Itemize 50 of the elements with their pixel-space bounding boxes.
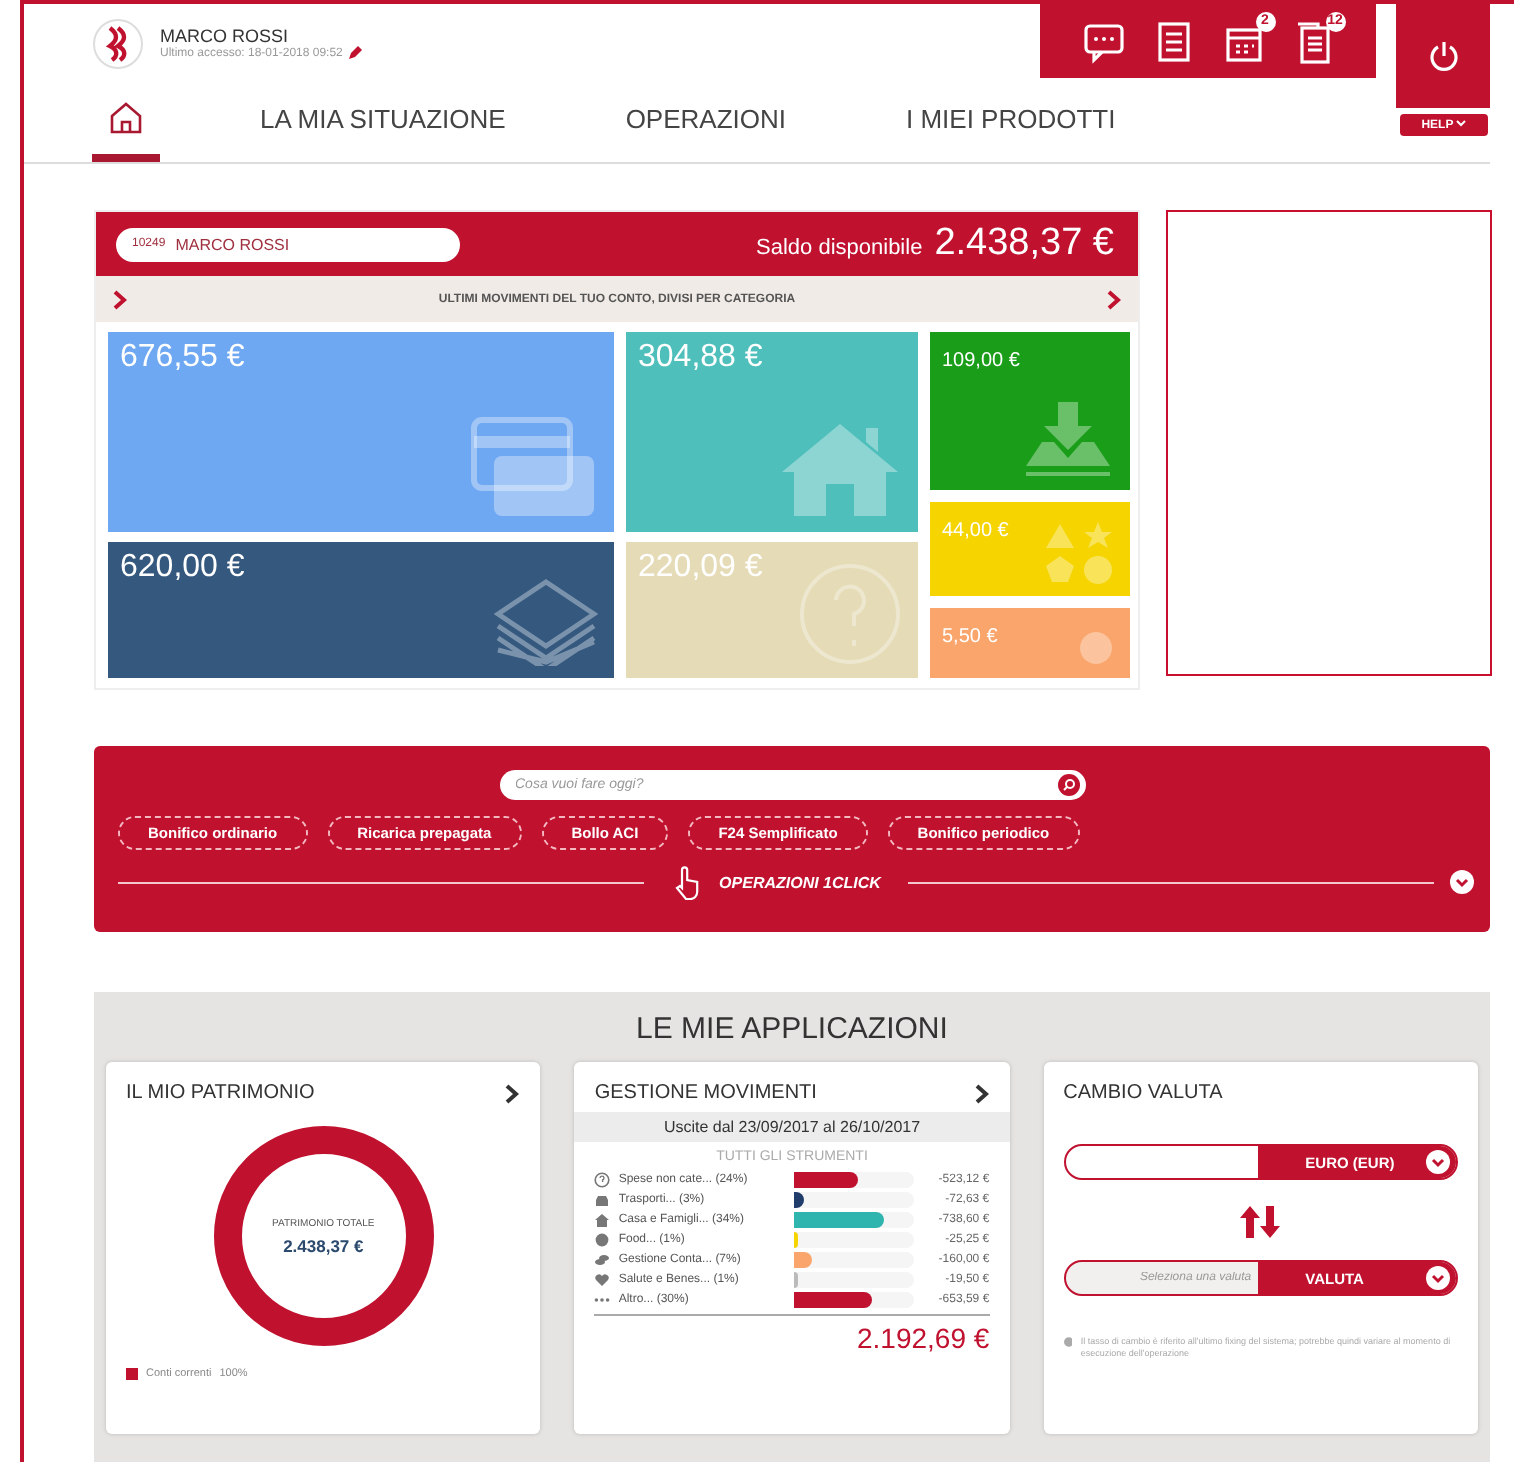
tile-amount: 109,00 €	[942, 350, 1020, 372]
chevron-right-icon[interactable]	[504, 1083, 521, 1103]
section-title: LE MIE APPLICAZIONI	[634, 1012, 950, 1046]
tile-amount: 676,55 €	[120, 340, 245, 374]
power-icon	[1427, 40, 1459, 72]
user-name: MARCO ROSSI	[160, 26, 291, 47]
category-tile[interactable]: 109,00 €	[930, 332, 1130, 490]
question-icon	[798, 562, 902, 666]
nav-tab[interactable]: LA MIA SITUAZIONE	[200, 83, 566, 162]
chevron-left-icon[interactable]	[112, 289, 128, 309]
balance-label: Saldo disponibile	[756, 236, 923, 260]
hand-pointer-icon	[671, 864, 704, 900]
one-click-button[interactable]: OPERAZIONI 1CLICK	[659, 862, 893, 902]
coins-icon	[594, 1252, 611, 1268]
category-tile[interactable]: 620,00 €	[108, 542, 614, 678]
period-bar: Uscite dal 23/09/2017 al 26/10/2017	[574, 1112, 1010, 1142]
swap-arrows-icon[interactable]	[1238, 1204, 1283, 1240]
chevron-right-icon[interactable]	[1105, 289, 1122, 309]
tile-amount: 220,09 €	[638, 550, 763, 584]
download-tray-icon	[1022, 397, 1114, 478]
chat-icon[interactable]	[1081, 19, 1125, 63]
chevron-down-icon	[1425, 1150, 1450, 1174]
tile-amount: 5,50 €	[942, 625, 998, 648]
pencil-icon[interactable]	[348, 46, 363, 61]
house-icon	[594, 1212, 611, 1228]
nav-tab[interactable]: I MIEI PRODOTTI	[846, 83, 1176, 162]
shapes-icon	[1042, 519, 1114, 584]
tile-amount: 304,88 €	[638, 340, 763, 374]
tile-amount: 44,00 €	[942, 519, 1009, 542]
tile-amount: 620,00 €	[120, 550, 245, 584]
chevron-right-icon[interactable]	[973, 1083, 990, 1103]
balance-value: 2.438,37 €	[934, 222, 1114, 266]
credit-card-icon	[470, 416, 598, 520]
card-title: CAMBIO VALUTA	[1063, 1082, 1223, 1104]
home-icon	[108, 100, 144, 137]
nav-tab[interactable]: OPERAZIONI	[565, 83, 846, 162]
heart-icon	[594, 1272, 611, 1288]
total-amount: 2.192,69 €	[594, 1314, 990, 1354]
logout-button[interactable]	[1396, 4, 1490, 108]
card-title: IL MIO PATRIMONIO	[126, 1082, 315, 1104]
donut-value: 2.438,37 €	[283, 1235, 364, 1255]
question-icon	[594, 1172, 611, 1188]
bank-logo	[92, 17, 144, 70]
dots-icon	[594, 1292, 611, 1308]
info-icon	[1063, 1336, 1073, 1348]
chevron-down-icon	[1456, 119, 1467, 127]
card-title: GESTIONE MOVIMENTI	[594, 1082, 817, 1104]
search-icon[interactable]	[1057, 774, 1079, 796]
chevron-down-icon	[1425, 1266, 1450, 1290]
chevron-down-icon	[1450, 870, 1474, 894]
